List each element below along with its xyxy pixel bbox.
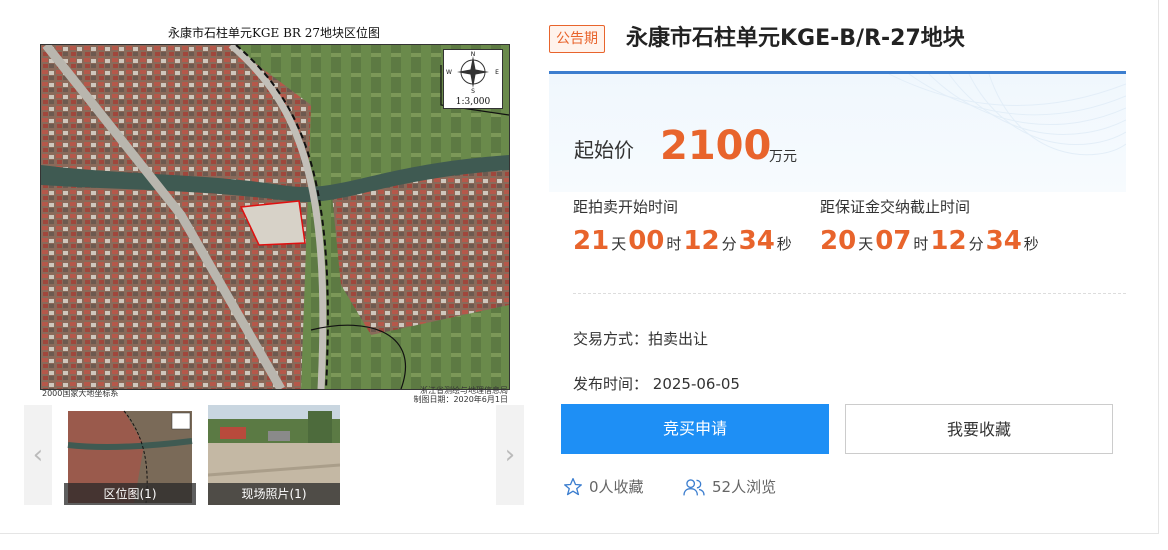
carousel-next-button[interactable]: › <box>496 405 524 505</box>
auction-start-countdown: 21 天 00 时 12 分 34 秒 <box>573 226 792 256</box>
status-badge: 公告期 <box>549 25 605 53</box>
satellite-illustration <box>41 45 509 389</box>
section-divider <box>573 293 1126 294</box>
thumbnail-caption: 现场照片(1) <box>208 483 340 505</box>
countdown-hours: 07 <box>875 226 912 256</box>
auction-start-countdown-label: 距拍卖开始时间 <box>573 198 679 216</box>
price-unit: 万元 <box>769 149 797 165</box>
svg-text:S: S <box>471 88 475 94</box>
chevron-right-icon: › <box>504 440 516 470</box>
publish-date: 2025-06-05 <box>652 375 740 393</box>
deposit-deadline-countdown: 20 天 07 时 12 分 34 秒 <box>820 226 1039 256</box>
thumbnail-site-photo[interactable]: 现场照片(1) <box>208 405 340 505</box>
svg-text:N: N <box>471 51 476 58</box>
compass-rose-icon: N S W E 1:3,000 <box>443 49 503 109</box>
countdown-seconds: 34 <box>738 226 775 256</box>
map-title: 永康市石柱单元KGE BR 27地块区位图 <box>167 26 381 40</box>
thumbnail-caption: 区位图(1) <box>64 483 196 505</box>
add-favorite-button[interactable]: 我要收藏 <box>845 404 1113 454</box>
publish-time: 发布时间： 2025-06-05 <box>573 375 740 393</box>
countdown-hours: 00 <box>628 226 665 256</box>
svg-text:E: E <box>495 69 499 76</box>
price-panel <box>549 74 1126 192</box>
chevron-left-icon: ‹ <box>32 440 44 470</box>
location-map[interactable]: 永康市石柱单元KGE BR 27地块区位图 N S W E 1:3,000 20… <box>36 22 512 404</box>
countdown-minutes: 12 <box>683 226 720 256</box>
countdown-days: 20 <box>820 226 857 256</box>
countdown-days: 21 <box>573 226 610 256</box>
starting-price-label: 起始价 <box>574 138 634 162</box>
map-scale: 1:3,000 <box>455 97 491 107</box>
map-credits: 浙江省测绘与地理信息局 制图日期：2020年6月1日 <box>413 386 508 404</box>
star-icon <box>564 477 582 495</box>
carousel-prev-button[interactable]: ‹ <box>24 405 52 505</box>
favorites-count[interactable]: 0人收藏 <box>563 476 644 497</box>
decorative-wave-lines <box>888 74 1126 156</box>
countdown-seconds: 34 <box>985 226 1022 256</box>
satellite-image: N S W E 1:3,000 <box>40 44 510 390</box>
views-count: 52人浏览 <box>682 476 776 497</box>
page-title: 永康市石柱单元KGE-B/R-27地块 <box>626 26 965 51</box>
deposit-deadline-countdown-label: 距保证金交纳截止时间 <box>820 198 971 216</box>
starting-price-value: 2100 <box>660 123 772 169</box>
bid-application-button[interactable]: 竞买申请 <box>561 404 829 454</box>
countdown-minutes: 12 <box>930 226 967 256</box>
map-coordinate-system: 2000国家大地坐标系 <box>42 389 119 398</box>
trade-method: 交易方式：拍卖出让 <box>573 330 709 348</box>
users-icon <box>683 478 705 495</box>
svg-text:W: W <box>446 69 452 76</box>
thumbnail-location-map[interactable]: 区位图(1) <box>64 405 196 505</box>
